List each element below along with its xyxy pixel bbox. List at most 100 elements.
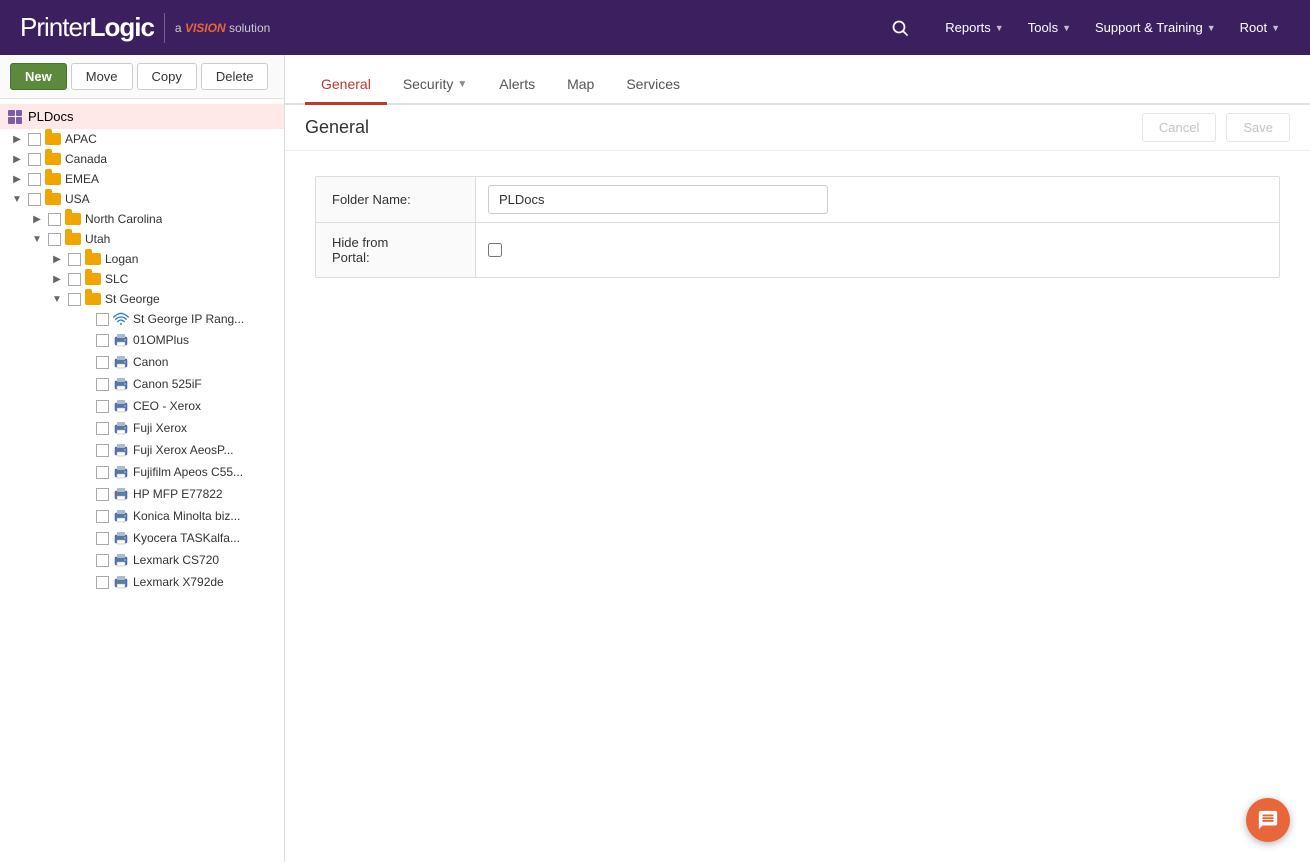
label-ceo-xerox: CEO - Xerox xyxy=(133,399,201,413)
toggle-emea[interactable]: ▶ xyxy=(10,172,24,186)
delete-button[interactable]: Delete xyxy=(201,63,269,90)
checkbox-kyocera[interactable] xyxy=(96,532,109,545)
label-canon: Canon xyxy=(133,355,168,369)
tree-item-canada[interactable]: ▶ Canada xyxy=(0,149,284,169)
folder-icon-usa xyxy=(45,193,61,205)
tree-item-slc[interactable]: ▶ SLC xyxy=(0,269,284,289)
tree-item-st-george[interactable]: ▼ St George xyxy=(0,289,284,309)
toggle-apac[interactable]: ▶ xyxy=(10,132,24,146)
checkbox-apac[interactable] xyxy=(28,133,41,146)
folder-name-value-cell xyxy=(476,177,1279,222)
hide-portal-checkbox[interactable] xyxy=(488,243,502,257)
toggle-slc[interactable]: ▶ xyxy=(50,272,64,286)
tab-bar: General Security ▼ Alerts Map Services xyxy=(285,55,1310,105)
checkbox-usa[interactable] xyxy=(28,193,41,206)
checkbox-010mplus[interactable] xyxy=(96,334,109,347)
content-panel: Folder Name: Hide from Portal: xyxy=(285,151,1310,862)
checkbox-st-george[interactable] xyxy=(68,293,81,306)
label-lexmark-x792de: Lexmark X792de xyxy=(133,575,224,589)
tree-item-fuji-xerox[interactable]: · Fuji Xerox xyxy=(0,417,284,439)
folder-icon-emea xyxy=(45,173,61,185)
tree-item-emea[interactable]: ▶ EMEA xyxy=(0,169,284,189)
vision-text: a VISION solution xyxy=(175,21,270,35)
main-layout: New Move Copy Delete PLDocs ▶ APAC xyxy=(0,55,1310,862)
label-logan: Logan xyxy=(105,252,138,266)
toggle-st-george[interactable]: ▼ xyxy=(50,292,64,306)
printer-icon-konica xyxy=(113,508,129,524)
chat-button[interactable] xyxy=(1246,798,1290,842)
toggle-usa[interactable]: ▼ xyxy=(10,192,24,206)
reports-menu[interactable]: Reports ▼ xyxy=(935,14,1013,41)
tree-item-canon525if[interactable]: · Canon 525iF xyxy=(0,373,284,395)
label-slc: SLC xyxy=(105,272,128,286)
checkbox-utah[interactable] xyxy=(48,233,61,246)
tab-general[interactable]: General xyxy=(305,66,387,105)
checkbox-lexmark-x792de[interactable] xyxy=(96,576,109,589)
copy-button[interactable]: Copy xyxy=(137,63,197,90)
tree-item-kyocera[interactable]: · Kyocera TASKalfa... xyxy=(0,527,284,549)
label-010mplus: 01OMPlus xyxy=(133,333,189,347)
tree-item-logan[interactable]: ▶ Logan xyxy=(0,249,284,269)
checkbox-konica[interactable] xyxy=(96,510,109,523)
checkbox-logan[interactable] xyxy=(68,253,81,266)
tree-item-st-george-ip[interactable]: ▶ St George IP Rang... xyxy=(0,309,284,329)
checkbox-hp-mfp[interactable] xyxy=(96,488,109,501)
checkbox-ceo-xerox[interactable] xyxy=(96,400,109,413)
content-area: General Security ▼ Alerts Map Services G… xyxy=(285,55,1310,862)
tools-menu[interactable]: Tools ▼ xyxy=(1018,14,1081,41)
checkbox-fuji-xerox-apeos[interactable] xyxy=(96,444,109,457)
checkbox-canon[interactable] xyxy=(96,356,109,369)
tab-security[interactable]: Security ▼ xyxy=(387,66,483,105)
support-menu[interactable]: Support & Training ▼ xyxy=(1085,14,1226,41)
checkbox-st-george-ip[interactable] xyxy=(96,313,109,326)
logo-area: PrinterLogic a VISION solution xyxy=(20,12,270,43)
toggle-canada[interactable]: ▶ xyxy=(10,152,24,166)
new-button[interactable]: New xyxy=(10,63,67,90)
label-usa: USA xyxy=(65,192,90,206)
sidebar-tree[interactable]: PLDocs ▶ APAC ▶ Canada ▶ EMEA xyxy=(0,99,284,862)
root-menu[interactable]: Root ▼ xyxy=(1230,14,1290,41)
checkbox-lexmark-cs720[interactable] xyxy=(96,554,109,567)
folder-icon-north-carolina xyxy=(65,213,81,225)
tree-item-lexmark-cs720[interactable]: · Lexmark CS720 xyxy=(0,549,284,571)
tree-item-canon[interactable]: · Canon xyxy=(0,351,284,373)
tree-item-fujifilm-apeos[interactable]: · Fujifilm Apeos C55... xyxy=(0,461,284,483)
toggle-north-carolina[interactable]: ▶ xyxy=(30,212,44,226)
tree-item-utah[interactable]: ▼ Utah xyxy=(0,229,284,249)
checkbox-slc[interactable] xyxy=(68,273,81,286)
tree-item-010mplus[interactable]: · 01OMPlus xyxy=(0,329,284,351)
tree-item-fuji-xerox-apeos[interactable]: · Fuji Xerox AeosP... xyxy=(0,439,284,461)
folder-icon-apac xyxy=(45,133,61,145)
checkbox-canon525if[interactable] xyxy=(96,378,109,391)
form-row-hide-portal: Hide from Portal: xyxy=(316,223,1279,277)
search-button[interactable] xyxy=(885,13,915,43)
tree-item-konica[interactable]: · Konica Minolta biz... xyxy=(0,505,284,527)
checkbox-emea[interactable] xyxy=(28,173,41,186)
tab-map[interactable]: Map xyxy=(551,66,610,105)
tab-alerts[interactable]: Alerts xyxy=(483,66,551,105)
save-button[interactable]: Save xyxy=(1226,113,1290,142)
tree-root-pldocs[interactable]: PLDocs xyxy=(0,104,284,129)
tree-item-hp-mfp[interactable]: · HP MFP E77822 xyxy=(0,483,284,505)
folder-icon-canada xyxy=(45,153,61,165)
tree-item-lexmark-x792de[interactable]: · Lexmark X792de xyxy=(0,571,284,593)
tree-item-north-carolina[interactable]: ▶ North Carolina xyxy=(0,209,284,229)
folder-name-input[interactable] xyxy=(488,185,828,214)
tree-item-ceo-xerox[interactable]: · CEO - Xerox xyxy=(0,395,284,417)
sidebar-toolbar: New Move Copy Delete xyxy=(0,55,284,99)
checkbox-fuji-xerox[interactable] xyxy=(96,422,109,435)
tree-item-usa[interactable]: ▼ USA xyxy=(0,189,284,209)
printer-icon-kyocera xyxy=(113,530,129,546)
toggle-logan[interactable]: ▶ xyxy=(50,252,64,266)
checkbox-canada[interactable] xyxy=(28,153,41,166)
cancel-button[interactable]: Cancel xyxy=(1142,113,1216,142)
tree-item-apac[interactable]: ▶ APAC xyxy=(0,129,284,149)
hide-portal-value-cell xyxy=(476,223,1279,277)
tab-services[interactable]: Services xyxy=(610,66,696,105)
checkbox-north-carolina[interactable] xyxy=(48,213,61,226)
toggle-utah[interactable]: ▼ xyxy=(30,232,44,246)
checkbox-fujifilm-apeos[interactable] xyxy=(96,466,109,479)
printer-icon-lexmark-x792de xyxy=(113,574,129,590)
move-button[interactable]: Move xyxy=(71,63,133,90)
header-bar: General Cancel Save xyxy=(285,105,1310,151)
